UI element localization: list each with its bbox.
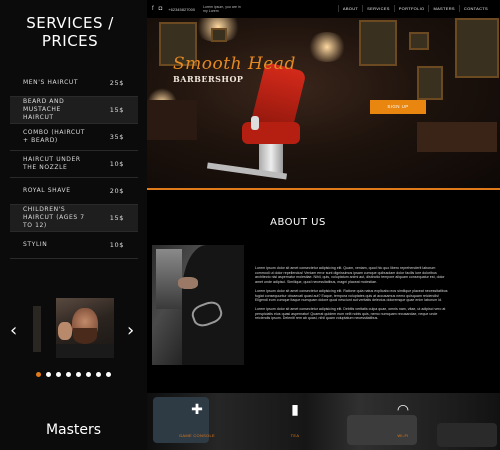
carousel-prev-arrow-icon[interactable]: ‹ — [10, 320, 17, 341]
features-strip: ✚ GAME CONSOLE ▮ TEA ◠ WI-FI — [147, 393, 500, 450]
service-price: 15$ — [109, 214, 124, 222]
price-row[interactable]: HAIRCUT UNDER THE NOZZLE 10$ — [10, 151, 138, 178]
price-row[interactable]: COMBO (HAIRCUT + BEARD) 35$ — [10, 124, 138, 151]
service-price: 25$ — [109, 79, 124, 87]
feature-label: TEA — [290, 433, 300, 438]
menu-item-about[interactable]: ABOUT — [337, 5, 362, 12]
drink-icon: ▮ — [291, 402, 299, 418]
gamepad-icon: ✚ — [191, 402, 203, 418]
carousel-dots — [36, 372, 111, 377]
wifi-icon: ◠ — [396, 402, 410, 418]
main-menu: ABOUT SERVICES PORTFOLIO MASTERS CONTACTS — [337, 5, 492, 12]
masters-heading: Masters — [45, 422, 102, 438]
carousel-next-arrow-icon[interactable]: › — [127, 320, 134, 341]
carousel-dot[interactable] — [106, 372, 111, 377]
feature-wifi: ◠ WI-FI — [373, 401, 433, 438]
sign-up-button[interactable]: SIGN UP — [370, 100, 426, 114]
carousel-master-photo[interactable] — [56, 298, 114, 358]
menu-item-masters[interactable]: MASTERS — [428, 5, 458, 12]
carousel-dot[interactable] — [76, 372, 81, 377]
phone-number[interactable]: +62345827000 — [168, 7, 195, 12]
carousel-prev-thumb[interactable] — [33, 306, 41, 352]
address-text: Lorem ipsum, you are in my Lorem — [203, 5, 241, 13]
feature-label: WI-FI — [397, 433, 409, 438]
about-paragraph: Lorem ipsum dolor sit amet consectetur a… — [255, 288, 448, 303]
hero-title: Smooth Head — [173, 54, 296, 74]
about-paragraph: Lorem ipsum dolor sit amet consectetur a… — [255, 306, 446, 321]
service-name: MEN'S HAIRCUT — [23, 79, 79, 86]
feature-label: GAME CONSOLE — [178, 433, 216, 438]
masters-carousel: ‹ › — [0, 292, 147, 382]
hero-divider — [147, 188, 500, 190]
services-panel: SERVICES / PRICES MEN'S HAIRCUT 25$ BEARD … — [0, 0, 147, 450]
service-name: STYLIN — [23, 241, 48, 248]
facebook-icon[interactable]: f — [152, 6, 154, 12]
menu-item-contacts[interactable]: CONTACTS — [458, 5, 492, 12]
carousel-dot[interactable] — [36, 372, 41, 377]
services-title-text: SERVICES / PRICES — [26, 14, 114, 50]
service-name: BEARD AND MUSTACHE HAIRCUT — [23, 98, 65, 121]
price-row[interactable]: BEARD AND MUSTACHE HAIRCUT 15$ — [10, 97, 138, 124]
about-title: ABOUT US — [270, 217, 326, 228]
feature-tea: ▮ TEA — [265, 401, 325, 438]
feature-game-console: ✚ GAME CONSOLE — [167, 401, 227, 438]
top-nav: f ◘ +62345827000 Lorem ipsum, you are in… — [147, 0, 500, 18]
about-photo — [152, 245, 244, 365]
service-name: CHILDREN'S HAIRCUT (AGES 7 TO 12) — [23, 206, 85, 229]
carousel-dot[interactable] — [56, 372, 61, 377]
service-price: 20$ — [109, 187, 124, 195]
price-row[interactable]: MEN'S HAIRCUT 25$ — [10, 70, 138, 97]
menu-item-portfolio[interactable]: PORTFOLIO — [393, 5, 429, 12]
service-price: 35$ — [109, 133, 124, 141]
price-row[interactable]: CHILDREN'S HAIRCUT (AGES 7 TO 12) 15$ — [10, 205, 138, 232]
hero-subtitle: BARBERSHOP — [173, 74, 244, 84]
service-name: HAIRCUT UNDER THE NOZZLE — [23, 156, 81, 171]
service-price: 10$ — [109, 241, 124, 249]
about-text: Lorem ipsum dolor sit amet consectetur a… — [255, 266, 448, 325]
service-price: 15$ — [109, 106, 124, 114]
instagram-icon[interactable]: ◘ — [159, 6, 163, 12]
menu-item-services[interactable]: SERVICES — [362, 5, 394, 12]
carousel-dot[interactable] — [86, 372, 91, 377]
carousel-dot[interactable] — [46, 372, 51, 377]
service-name: COMBO (HAIRCUT + BEARD) — [23, 129, 85, 144]
services-title: SERVICES / PRICES — [0, 14, 140, 50]
carousel-dot[interactable] — [66, 372, 71, 377]
service-name: ROYAL SHAVE — [23, 187, 71, 194]
price-list: MEN'S HAIRCUT 25$ BEARD AND MUSTACHE HAIRC… — [10, 70, 138, 259]
price-row[interactable]: ROYAL SHAVE 20$ — [10, 178, 138, 205]
hero-banner: Smooth Head BARBERSHOP SIGN UP — [147, 18, 500, 190]
price-row[interactable]: STYLIN 10$ — [10, 232, 138, 259]
carousel-dot[interactable] — [96, 372, 101, 377]
service-price: 10$ — [109, 160, 124, 168]
about-paragraph: Lorem ipsum dolor sit amet consectetur a… — [255, 266, 445, 285]
